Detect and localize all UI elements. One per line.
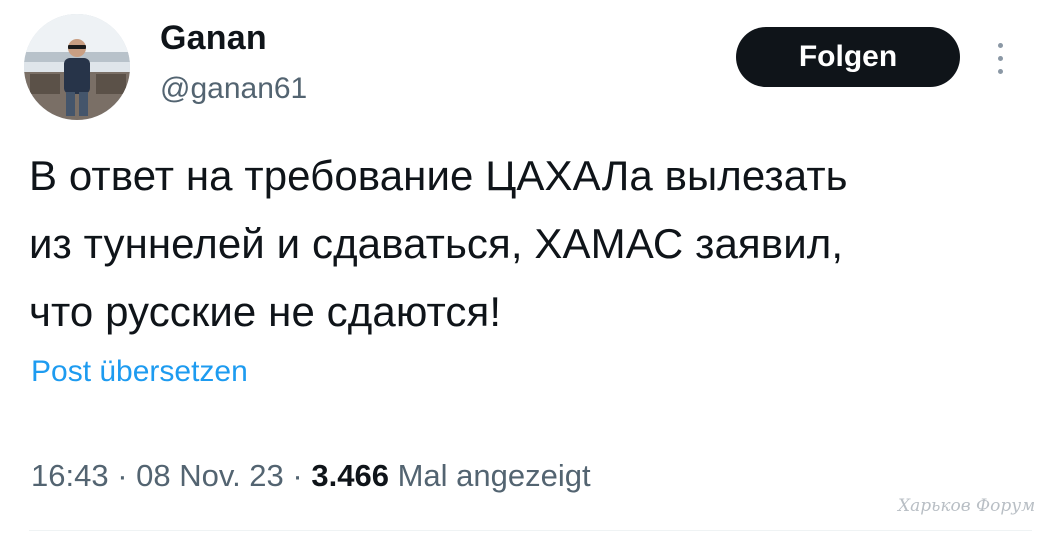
meta-separator: ·: [292, 458, 303, 493]
meta-separator: ·: [117, 458, 128, 493]
avatar-photo: [24, 14, 130, 120]
tweet-text-line: из туннелей и сдаваться, ХАМАС заявил,: [29, 220, 844, 267]
tweet-text: В ответ на требование ЦАХАЛа вылезать из…: [29, 142, 1019, 346]
follow-button[interactable]: Folgen: [736, 27, 960, 87]
translate-post-link[interactable]: Post übersetzen: [31, 352, 248, 392]
tweet-time[interactable]: 16:43: [31, 458, 109, 493]
tweet-text-line: В ответ на требование ЦАХАЛа вылезать: [29, 152, 848, 199]
divider: [29, 530, 1032, 531]
more-dot: [997, 42, 1003, 48]
author-display-name[interactable]: Ganan: [160, 16, 267, 60]
tweet-text-line: что русские не сдаются!: [29, 288, 502, 335]
views-count: 3.466: [311, 458, 389, 493]
more-dot: [997, 68, 1003, 74]
tweet-meta: 16:43 · 08 Nov. 23 · 3.466 Mal angezeigt: [31, 455, 591, 497]
more-vertical-icon[interactable]: [988, 36, 1012, 80]
views-label: Mal angezeigt: [397, 458, 591, 493]
author-handle[interactable]: @ganan61: [160, 69, 307, 109]
avatar[interactable]: [24, 14, 130, 120]
more-dot: [997, 55, 1003, 61]
tweet-date[interactable]: 08 Nov. 23: [136, 458, 284, 493]
watermark: Харьков Форум: [898, 496, 1036, 516]
